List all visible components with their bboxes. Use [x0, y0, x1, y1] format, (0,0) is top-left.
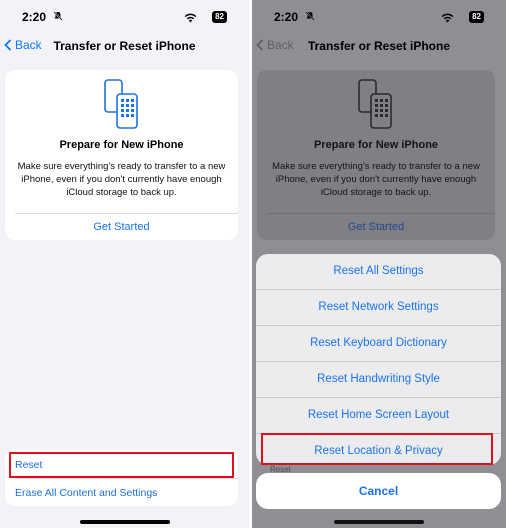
two-phones-icon	[358, 79, 392, 129]
prepare-card: Prepare for New iPhone Make sure everyth…	[257, 70, 495, 240]
nav-bar: Back Transfer or Reset iPhone	[0, 38, 249, 56]
bell-slash-icon	[53, 11, 63, 24]
page-title: Transfer or Reset iPhone	[307, 39, 451, 53]
get-started-button[interactable]: Get Started	[257, 221, 495, 233]
prepare-description: Make sure everything's ready to transfer…	[17, 161, 226, 198]
status-bar: 2:20 82	[274, 10, 484, 26]
status-time: 2:20	[274, 10, 299, 24]
home-indicator	[79, 520, 170, 524]
reset-home-screen-layout-option[interactable]: Reset Home Screen Layout	[256, 398, 501, 434]
reset-handwriting-style-option[interactable]: Reset Handwriting Style	[256, 362, 501, 398]
prepare-heading: Prepare for New iPhone	[313, 139, 439, 151]
page-title: Transfer or Reset iPhone	[53, 39, 196, 53]
prepare-description: Make sure everything's ready to transfer…	[272, 161, 480, 198]
bell-slash-icon	[305, 11, 315, 24]
status-bar: 2:20 82	[22, 10, 227, 26]
prepare-heading: Prepare for New iPhone	[59, 139, 184, 151]
highlight-box	[9, 452, 234, 478]
reset-network-settings-option[interactable]: Reset Network Settings	[256, 290, 501, 326]
reset-keyboard-dictionary-option[interactable]: Reset Keyboard Dictionary	[256, 326, 501, 362]
divider	[267, 213, 495, 214]
status-time: 2:20	[22, 10, 47, 24]
two-phones-icon	[103, 79, 138, 129]
left-screen: 2:20 82 Back Transfer or Reset iPhone Pr…	[0, 0, 249, 528]
get-started-button[interactable]: Get Started	[5, 221, 238, 233]
wifi-icon	[184, 12, 197, 26]
battery-icon: 82	[212, 11, 227, 23]
prepare-card: Prepare for New iPhone Make sure everyth…	[5, 70, 238, 240]
nav-bar: Back Transfer or Reset iPhone	[252, 38, 506, 56]
erase-all-button[interactable]: Erase All Content and Settings	[15, 480, 228, 506]
right-screen: 2:20 82 Back Transfer or Reset iPhone Pr…	[252, 0, 506, 528]
divider	[15, 478, 238, 479]
cancel-button[interactable]: Cancel	[256, 473, 501, 509]
highlight-box	[261, 433, 493, 465]
reset-all-settings-option[interactable]: Reset All Settings	[256, 254, 501, 290]
home-indicator	[334, 520, 424, 524]
battery-icon: 82	[469, 11, 484, 23]
wifi-icon	[441, 12, 454, 26]
divider	[15, 213, 238, 214]
